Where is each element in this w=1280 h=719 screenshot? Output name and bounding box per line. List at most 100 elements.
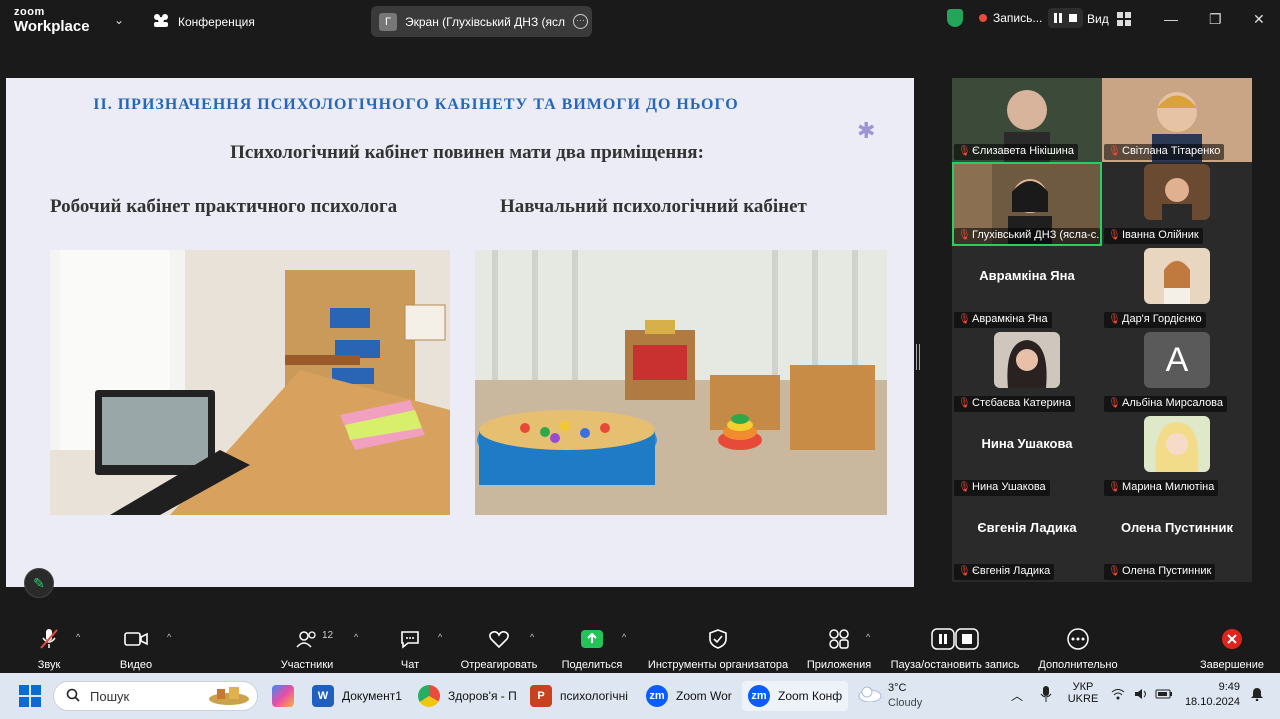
resize-splitter[interactable] <box>916 344 920 370</box>
windows-start-icon[interactable] <box>19 685 41 707</box>
chevron-up-icon[interactable]: ︿ <box>1011 687 1023 704</box>
taskbar-powerpoint[interactable]: P психологічні <box>524 681 634 711</box>
participant-tile[interactable]: 🎙 Іванна Олійник <box>1102 162 1252 246</box>
taskbar-zoom-meeting[interactable]: zm Zoom Конф <box>742 681 849 711</box>
brand-top: zoom <box>14 6 45 18</box>
react-button[interactable]: Отреагировать <box>458 628 540 671</box>
pause-stop-recording-button[interactable]: Пауза/остановить запись <box>886 628 1024 671</box>
heart-icon <box>458 628 540 650</box>
more-options-icon <box>1034 628 1122 650</box>
meeting-label: Конференция <box>178 14 255 29</box>
chat-button[interactable]: Чат <box>392 628 428 671</box>
maximize-icon[interactable]: ❐ <box>1209 11 1222 28</box>
view-button[interactable]: Вид <box>1087 12 1131 26</box>
participant-tile[interactable]: Аврамкіна Яна 🎙 Аврамкіна Яна <box>952 246 1102 330</box>
participant-big-name: Нина Ушакова <box>981 436 1073 451</box>
participant-tile[interactable]: 🎙 Єлизавета Нікішина <box>952 78 1102 162</box>
top-bar: zoom Workplace ⌄ Конференция Г Экран (Гл… <box>0 0 1280 44</box>
microphone-icon[interactable] <box>1040 686 1052 705</box>
minimize-icon[interactable]: — <box>1164 11 1178 27</box>
participant-tile[interactable]: 🎙 Глухівський ДНЗ (ясла-с... <box>952 162 1102 246</box>
audio-options-caret[interactable]: ^ <box>76 632 80 642</box>
video-camera-icon <box>113 628 159 650</box>
shield-icon <box>947 9 963 27</box>
taskbar-search[interactable]: Пошук <box>53 681 258 711</box>
recording-label: Запись... <box>993 11 1043 25</box>
chat-bubble-icon <box>392 628 428 650</box>
pause-recording-icon[interactable] <box>1052 12 1064 24</box>
apps-button[interactable]: Приложения <box>804 628 874 671</box>
apps-options-caret[interactable]: ^ <box>866 632 870 642</box>
participants-options-caret[interactable]: ^ <box>354 632 358 642</box>
more-options-icon[interactable]: ··· <box>573 14 588 29</box>
participant-big-name: Олена Пустинник <box>1121 520 1233 535</box>
video-options-caret[interactable]: ^ <box>167 632 171 642</box>
participant-tile[interactable]: 🎙 Світлана Тітаренко <box>1102 78 1252 162</box>
participant-big-name: Аврамкіна Яна <box>979 268 1075 283</box>
participant-tile[interactable]: A 🎙 Альбіна Мирсалова <box>1102 330 1252 414</box>
stop-recording-icon[interactable] <box>1067 12 1079 24</box>
language-indicator[interactable]: УКР UKRE <box>1066 681 1100 705</box>
share-screen-button[interactable]: Поделиться <box>558 628 626 671</box>
taskbar-word[interactable]: W Документ1 <box>306 681 408 711</box>
recording-indicator: Запись... <box>947 8 1084 28</box>
participant-name: 🎙 Глухівський ДНЗ (ясла-с... <box>954 228 1100 244</box>
powerpoint-icon: P <box>530 685 552 707</box>
participants-group-icon <box>152 13 170 30</box>
volume-icon[interactable] <box>1134 688 1148 703</box>
participant-photo <box>1144 164 1210 220</box>
shared-slide: ІІ. ПРИЗНАЧЕННЯ ПСИХОЛОГІЧНОГО КАБІНЕТУ … <box>6 78 914 587</box>
search-placeholder: Пошук <box>90 688 130 704</box>
participant-tile[interactable]: Євгенія Ладика 🎙 Євгенія Ладика <box>952 498 1102 582</box>
zoom-logo: zoom Workplace <box>14 6 90 35</box>
share-options-caret[interactable]: ^ <box>622 632 626 642</box>
muted-mic-icon <box>28 628 70 650</box>
video-button[interactable]: Видео <box>113 628 159 671</box>
share-screen-icon <box>558 628 626 650</box>
screen-share-indicator[interactable]: Г Экран (Глухівський ДНЗ (ясла-с ··· <box>371 6 592 37</box>
notification-bell-icon[interactable] <box>1251 687 1263 704</box>
participant-tile[interactable]: 🎙 Марина Милютіна <box>1102 414 1252 498</box>
wifi-icon[interactable] <box>1111 688 1125 703</box>
slide-subtitle: Психологічний кабінет повинен мати два п… <box>230 142 704 163</box>
participant-tile[interactable]: 🎙 Стєбаєва Катерина <box>952 330 1102 414</box>
participant-name: 🎙 Єлизавета Нікішина <box>954 144 1078 160</box>
taskbar-zoom-workplace[interactable]: zm Zoom Wor <box>640 681 738 711</box>
participant-tile[interactable]: 🎙 Дар'я Гордієнко <box>1102 246 1252 330</box>
star-icon: ✱ <box>857 118 876 143</box>
meeting-info-button[interactable]: Конференция <box>152 13 255 30</box>
chevron-down-icon[interactable]: ⌄ <box>114 13 124 27</box>
search-icon <box>66 688 80 705</box>
clock[interactable]: 9:49 18.10.2024 <box>1184 681 1240 708</box>
end-meeting-button[interactable]: Завершение <box>1196 628 1268 671</box>
right-caption: Навчальний психологічний кабінет <box>500 196 807 217</box>
cloud-icon <box>858 686 882 705</box>
chat-options-caret[interactable]: ^ <box>438 632 442 642</box>
audio-button[interactable]: Звук <box>28 628 70 671</box>
participant-tile[interactable]: Олена Пустинник 🎙 Олена Пустинник <box>1102 498 1252 582</box>
meeting-toolbar: Звук ^ Видео ^ Участники 12 ^ Чат ^ Отре… <box>0 619 1280 672</box>
close-icon[interactable]: ✕ <box>1253 11 1265 28</box>
recording-controls <box>1048 8 1084 28</box>
participant-name: 🎙 Нина Ушакова <box>954 480 1050 496</box>
muted-mic-icon: 🎙 <box>958 482 971 493</box>
copilot-taskbar-icon[interactable] <box>266 681 300 711</box>
host-tools-button[interactable]: Инструменты организатора <box>644 628 792 671</box>
apps-icon <box>804 628 874 650</box>
muted-mic-icon: 🎙 <box>958 398 971 409</box>
taskbar-chrome[interactable]: Здоров'я - П <box>412 681 523 711</box>
participant-name: 🎙 Стєбаєва Катерина <box>954 396 1076 412</box>
battery-icon[interactable] <box>1155 688 1173 703</box>
muted-mic-icon: 🎙 <box>1108 314 1121 325</box>
windows-taskbar: Пошук W Документ1 Здоров'я - П P психоло… <box>0 673 1280 719</box>
muted-mic-icon: 🎙 <box>958 566 971 577</box>
participant-tile[interactable]: Нина Ушакова 🎙 Нина Ушакова <box>952 414 1102 498</box>
share-title: Экран (Глухівський ДНЗ (ясла-с <box>405 14 565 29</box>
more-button[interactable]: Дополнительно <box>1034 628 1122 671</box>
muted-mic-icon: 🎙 <box>1108 566 1121 577</box>
react-options-caret[interactable]: ^ <box>530 632 534 642</box>
annotate-pen-icon[interactable]: ✎ <box>24 568 54 598</box>
office-photo <box>50 250 450 515</box>
playroom-photo <box>475 250 887 515</box>
participant-name: 🎙 Олена Пустинник <box>1104 564 1216 580</box>
